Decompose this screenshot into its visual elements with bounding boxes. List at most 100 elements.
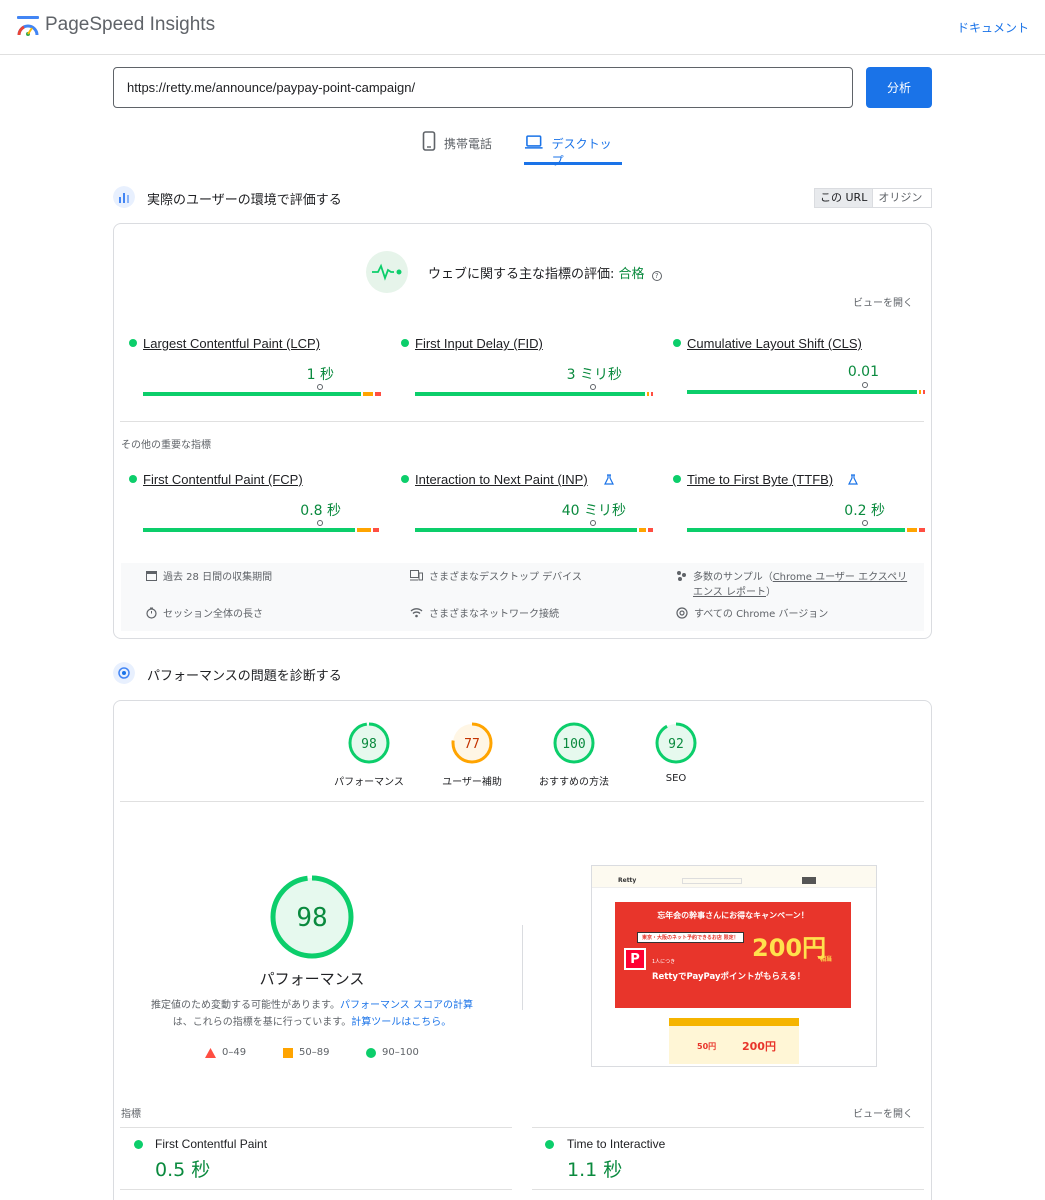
chrome-icon <box>676 607 688 619</box>
metric-fcp-value: 0.8 秒 <box>300 503 341 519</box>
metric-fcp-name[interactable]: First Contentful Paint (FCP) <box>143 472 303 487</box>
url-origin-toggle: この URL オリジン <box>814 188 932 208</box>
metric-lcp-name[interactable]: Largest Contentful Paint (LCP) <box>143 336 320 351</box>
toggle-this-url[interactable]: この URL <box>815 189 874 207</box>
gauge-performance[interactable]: 98 <box>347 721 391 765</box>
assessment-pulse-icon <box>366 251 408 293</box>
lab-expand-link[interactable]: ビューを開く <box>853 1105 913 1120</box>
ttfb-marker <box>862 520 868 526</box>
laptop-icon <box>524 135 543 149</box>
stopwatch-icon <box>146 607 157 619</box>
banner-pay-line: RettyでPayPayポイントがもらえる！ <box>652 972 806 982</box>
experimental-flask-icon <box>848 474 858 485</box>
gauge-best-practices-label: おすすめの方法 <box>539 777 609 788</box>
info-versions: すべての Chrome バージョン <box>676 607 828 622</box>
banner-per-person: 1人につき <box>652 959 676 965</box>
lab-metrics-label: 指標 <box>121 1109 141 1120</box>
banner-tag: 東京・大阪のネット予約できるお店 限定！ <box>637 932 744 943</box>
orange-square-icon <box>283 1047 293 1058</box>
paypay-logo-icon: P <box>624 948 646 970</box>
lcp-marker <box>317 384 323 390</box>
info-period: 過去 28 日間の収集期間 <box>146 570 272 585</box>
metric-cls-name[interactable]: Cumulative Layout Shift (CLS) <box>687 336 862 351</box>
info-network: さまざまなネットワーク接続 <box>410 607 559 622</box>
metric-lcp-value: 1 秒 <box>306 367 334 383</box>
metric-cls-value: 0.01 <box>847 364 879 380</box>
toggle-origin[interactable]: オリジン <box>873 189 927 207</box>
promo-big-amount: 200円 <box>742 1040 776 1053</box>
fid-distribution-bar <box>415 392 653 396</box>
metric-fid-name[interactable]: First Input Delay (FID) <box>415 336 543 351</box>
thumb-brand: Retty <box>618 877 637 884</box>
divider <box>532 1127 924 1128</box>
ttfb-distribution-bar <box>687 528 925 532</box>
gauge-best-practices[interactable]: 100 <box>552 721 596 765</box>
performance-big-label: パフォーマンス <box>259 970 365 988</box>
crux-report-link-cont[interactable]: エンス レポート <box>693 587 766 598</box>
fcp-distribution-bar <box>143 528 381 532</box>
experimental-flask-icon <box>604 474 614 485</box>
cls-distribution-bar <box>687 390 925 394</box>
score-note: 推定値のため変動する可能性があります。パフォーマンス スコアの計算 は、これらの… <box>151 1000 473 1028</box>
metric-inp-name[interactable]: Interaction to Next Paint (INP) <box>415 472 588 487</box>
gauge-performance-value: 98 <box>361 737 377 752</box>
lab-data-icon <box>113 662 135 684</box>
wifi-icon <box>410 608 423 618</box>
legend-bad: 0–49 <box>205 1047 246 1058</box>
lab-fcp-status-dot <box>134 1140 143 1149</box>
tab-mobile[interactable]: 携帯電話 <box>422 131 492 165</box>
docs-link[interactable]: ドキュメント <box>957 19 1029 36</box>
gauge-seo-value: 92 <box>668 737 684 752</box>
fcp-marker <box>317 520 323 526</box>
top-header: PageSpeed Insights ドキュメント <box>0 0 1045 55</box>
info-session: セッション全体の長さ <box>146 607 263 622</box>
gauge-seo[interactable]: 92 <box>654 721 698 765</box>
fid-status-dot <box>401 339 409 347</box>
mobile-phone-icon <box>422 131 436 151</box>
banner-headline: 忘年会の幹事さんにお得なキャンペーン！ <box>657 911 809 920</box>
green-circle-icon <box>366 1047 376 1058</box>
banner-big-amount: 200円 <box>752 934 827 962</box>
divider <box>120 421 924 422</box>
help-icon[interactable]: ? <box>651 271 662 281</box>
gauge-seo-label: SEO <box>665 773 687 784</box>
divider <box>120 1189 512 1190</box>
score-calc-link[interactable]: パフォーマンス スコアの計算 <box>340 1000 473 1011</box>
inp-marker <box>590 520 596 526</box>
calculator-link[interactable]: 計算ツールはこちら。 <box>351 1017 451 1028</box>
assessment-prefix: ウェブに関する主な指標の評価: <box>428 267 619 282</box>
gauge-best-practices-value: 100 <box>562 737 585 752</box>
info-samples: 多数のサンプル（Chrome ユーザー エクスペリ エンス レポート） <box>676 570 916 600</box>
crux-report-link[interactable]: Chrome ユーザー エクスペリ <box>773 572 907 583</box>
legend-average: 50–89 <box>283 1047 329 1058</box>
legend-good: 90–100 <box>366 1047 419 1058</box>
assessment-text: ウェブに関する主な指標の評価: 合格 ? <box>428 263 662 282</box>
lcp-status-dot <box>129 339 137 347</box>
lcp-distribution-bar <box>143 392 381 396</box>
metric-fid-value: 3 ミリ秒 <box>566 367 622 383</box>
fid-marker <box>590 384 596 390</box>
field-data-icon <box>113 186 135 208</box>
performance-big-value: 98 <box>296 903 327 933</box>
metric-inp-value: 40 ミリ秒 <box>561 503 626 519</box>
tab-desktop[interactable]: デスクトップ <box>524 131 622 168</box>
inp-status-dot <box>401 475 409 483</box>
inp-distribution-bar <box>415 528 653 532</box>
promo-mid-amount: 50円 <box>697 1042 717 1051</box>
lab-fcp-name: First Contentful Paint <box>155 1137 268 1151</box>
gauge-accessibility[interactable]: 77 <box>450 721 494 765</box>
field-section-title: 実際のユーザーの環境で評価する <box>147 193 342 208</box>
ttfb-status-dot <box>673 475 681 483</box>
gauge-accessibility-value: 77 <box>464 737 480 752</box>
field-expand-link[interactable]: ビューを開く <box>853 294 913 309</box>
gauge-performance-label: パフォーマンス <box>334 777 404 788</box>
fcp-status-dot <box>129 475 137 483</box>
app-title: PageSpeed Insights <box>45 14 216 35</box>
cls-status-dot <box>673 339 681 347</box>
vertical-divider <box>522 925 523 1010</box>
url-input[interactable] <box>113 67 853 108</box>
gauge-accessibility-label: ユーザー補助 <box>442 777 502 788</box>
metric-ttfb-name[interactable]: Time to First Byte (TTFB) <box>687 472 833 487</box>
lab-tti-name: Time to Interactive <box>567 1137 666 1151</box>
analyze-button[interactable]: 分析 <box>866 67 932 108</box>
